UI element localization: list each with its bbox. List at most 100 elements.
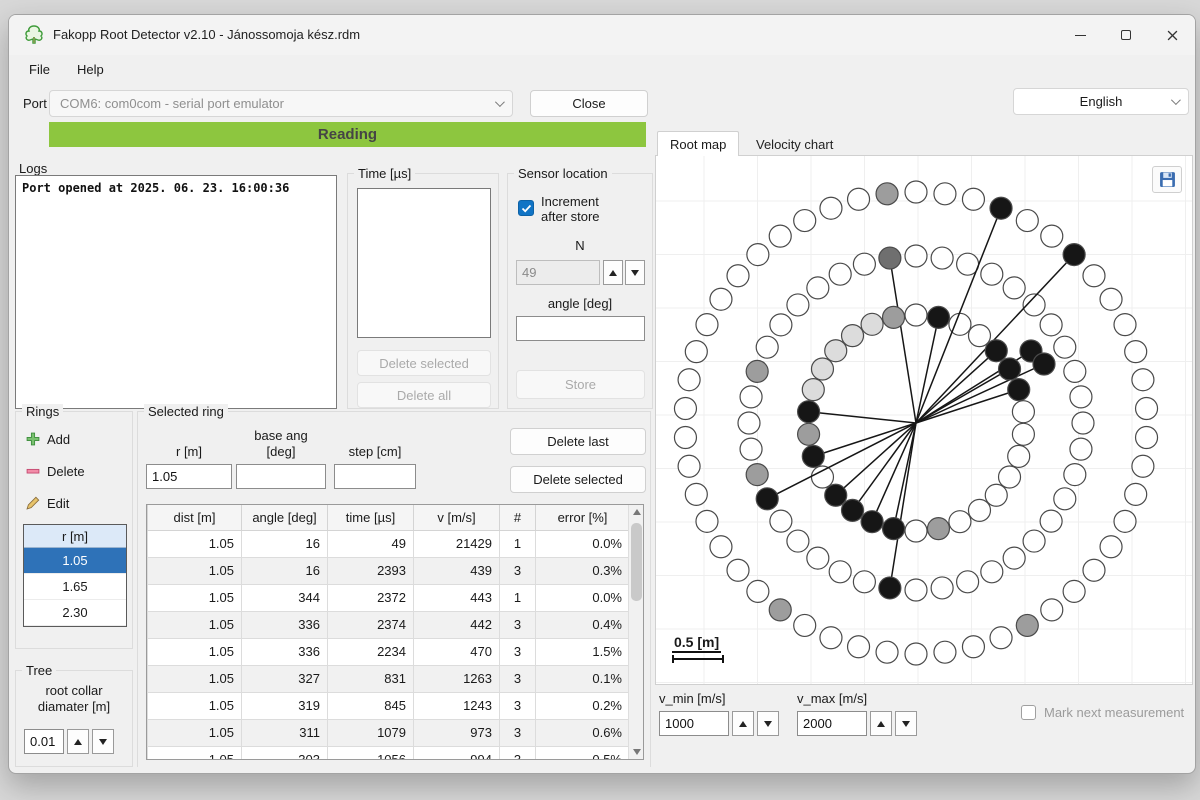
base-ang-input[interactable] [236,464,326,489]
v-max-input[interactable] [797,711,867,736]
minimize-button[interactable] [1057,15,1103,55]
v-max-up-button[interactable] [870,711,892,736]
v-max-down-button[interactable] [895,711,917,736]
ring-add-button[interactable]: Add [26,428,70,450]
v-min-label: v_min [m/s] [659,691,725,706]
table-row[interactable]: 1.05336237444230.4% [148,611,630,638]
mark-next-measurement-row: Mark next measurement [1021,705,1184,720]
chevron-down-icon [1171,95,1181,105]
sensor-group-label: Sensor location [514,166,612,181]
v-min-up-button[interactable] [732,711,754,736]
root-map-svg[interactable] [656,156,1192,684]
sensor-location-group: Sensor location Increment after store N … [507,173,653,409]
table-row[interactable]: 1.0516239343930.3% [148,557,630,584]
arrow-down-icon [99,739,107,745]
port-combobox[interactable]: COM6: com0com - serial port emulator [49,90,513,117]
rings-group-label: Rings [22,404,63,419]
language-combobox[interactable]: English [1013,88,1189,115]
minus-icon [26,464,40,478]
time-delete-all-button[interactable]: Delete all [357,382,491,408]
sensor-n-up-button[interactable] [603,260,623,285]
table-header-cell[interactable]: angle [deg] [242,505,328,530]
app-window: Fakopp Root Detector v2.10 - Jánossomoja… [8,14,1196,774]
r-input[interactable] [146,464,232,489]
sensor-n-input[interactable] [516,260,600,285]
logs-textarea[interactable]: Port opened at 2025. 06. 23. 16:00:36 [15,175,337,409]
table-row[interactable]: 1.05327831126330.1% [148,665,630,692]
table-row[interactable]: 1.05303105699430.5% [148,746,630,760]
save-floppy-icon [1159,171,1176,188]
chevron-down-icon [495,97,505,107]
ring-item[interactable]: 1.05 [24,548,126,574]
maximize-button[interactable] [1103,15,1149,55]
measure-table-head-row: dist [m]angle [deg]time [µs]v [m/s]#erro… [148,505,630,530]
v-min-input[interactable] [659,711,729,736]
tab-velocity-chart[interactable]: Velocity chart [746,134,843,155]
ring-item[interactable]: 1.65 [24,574,126,600]
table-scrollbar[interactable] [628,505,643,759]
arrow-down-icon [631,270,639,276]
menu-bar: File Help [9,55,1195,85]
store-button[interactable]: Store [516,370,645,399]
save-map-button[interactable] [1152,166,1182,193]
sensor-n-down-button[interactable] [625,260,645,285]
time-group-label: Time [µs] [354,166,415,181]
status-text: Reading [318,126,377,143]
table-row[interactable]: 1.05336223447031.5% [148,638,630,665]
table-header-cell[interactable]: time [µs] [328,505,414,530]
table-header-cell[interactable]: v [m/s] [414,505,500,530]
ring-delete-button[interactable]: Delete [26,460,85,482]
close-window-button[interactable] [1149,15,1195,55]
table-header-cell[interactable]: error [%] [536,505,630,530]
ring-item[interactable]: 2.30 [24,600,126,626]
table-header-cell[interactable]: # [500,505,536,530]
language-value: English [1080,94,1123,109]
root-collar-diameter-label: root collar diamater [m] [16,683,132,715]
app-tree-icon [23,24,45,46]
arrow-up-icon [877,721,885,727]
arrow-up-icon [74,739,82,745]
table-row[interactable]: 1.0516492142910.0% [148,530,630,557]
mark-next-measurement-checkbox[interactable] [1021,705,1036,720]
title-bar: Fakopp Root Detector v2.10 - Jánossomoja… [9,15,1195,55]
measurements-table: dist [m]angle [deg]time [µs]v [m/s]#erro… [146,504,644,760]
tab-root-map[interactable]: Root map [657,131,739,156]
menu-help[interactable]: Help [69,59,112,80]
table-row[interactable]: 1.05311107997330.6% [148,719,630,746]
check-icon [521,203,532,214]
menu-file[interactable]: File [21,59,58,80]
plus-icon [26,432,40,446]
step-label: step [cm] [334,444,416,459]
diameter-down-button[interactable] [92,729,114,754]
map-scale: 0.5 [m] [672,634,724,663]
table-row[interactable]: 1.05344237244310.0% [148,584,630,611]
ring-edit-button[interactable]: Edit [26,492,69,514]
rings-list: r [m] 1.051.652.30 [23,524,127,627]
map-scale-label: 0.5 [m] [672,634,721,653]
sensor-angle-input[interactable] [516,316,645,341]
delete-selected-button[interactable]: Delete selected [510,466,646,493]
ring-add-label: Add [47,432,70,447]
table-header-cell[interactable]: dist [m] [148,505,242,530]
time-delete-selected-button[interactable]: Delete selected [357,350,491,376]
base-ang-label: base ang [deg] [236,428,326,460]
ring-delete-label: Delete [47,464,85,479]
step-input[interactable] [334,464,416,489]
v-min-down-button[interactable] [757,711,779,736]
delete-last-button[interactable]: Delete last [510,428,646,455]
increment-after-store-checkbox[interactable] [518,200,534,216]
diameter-up-button[interactable] [67,729,89,754]
time-listbox[interactable] [357,188,491,338]
table-row[interactable]: 1.05319845124330.2% [148,692,630,719]
arrow-down-icon [764,721,772,727]
pencil-icon [26,496,40,510]
sensor-angle-label: angle [deg] [508,296,652,311]
close-port-button[interactable]: Close [530,90,648,117]
port-combobox-value: COM6: com0com - serial port emulator [60,96,284,111]
root-collar-diameter-input[interactable] [24,729,64,754]
increment-after-store-label: Increment after store [541,194,600,224]
tree-group: Tree root collar diamater [m] [15,670,133,767]
rings-list-items: 1.051.652.30 [24,548,126,626]
scrollbar-thumb[interactable] [631,523,642,601]
rings-list-header[interactable]: r [m] [24,525,126,548]
